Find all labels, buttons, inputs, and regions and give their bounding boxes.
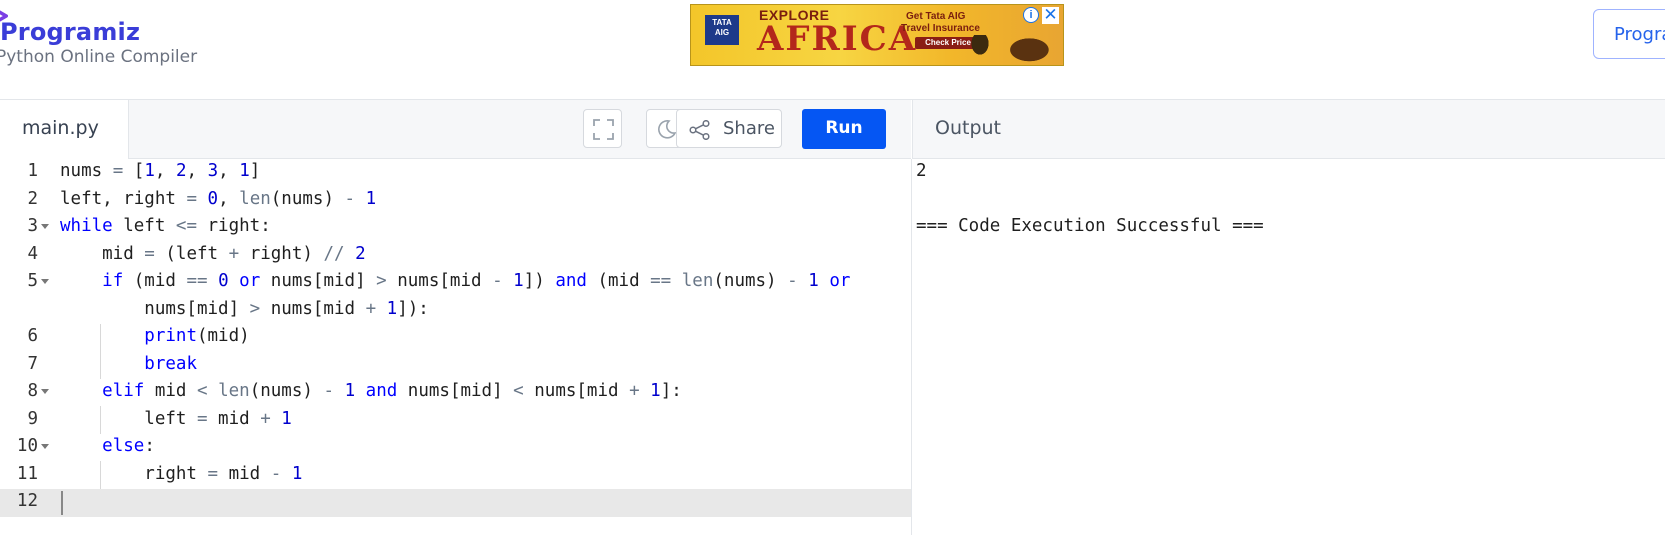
programiz-pro-button[interactable]: Progra (1593, 9, 1665, 59)
output-title: Output (935, 117, 1001, 139)
ad-lion-image (991, 27, 1055, 65)
line-number: 5 (27, 271, 38, 291)
code-line[interactable]: 7 break (0, 352, 911, 380)
line-number: 12 (16, 491, 38, 511)
editor-toolbar: main.py Share Run (0, 100, 911, 159)
fullscreen-icon (593, 119, 614, 140)
code-text: right = mid - 1 (60, 463, 303, 484)
fold-arrow-icon[interactable] (41, 279, 49, 284)
line-number: 6 (27, 326, 38, 346)
code-line[interactable]: 5 if (mid == 0 or nums[mid] > nums[mid -… (0, 269, 911, 297)
run-button[interactable]: Run (802, 109, 886, 149)
code-text: left, right = 0, len(nums) - 1 (60, 188, 377, 209)
code-text: while left <= right: (60, 216, 271, 236)
code-line[interactable]: 9 left = mid + 1 (0, 407, 911, 435)
fold-arrow-icon[interactable] (41, 224, 49, 229)
line-number: 1 (27, 161, 38, 181)
ad-africa-text: AFRICA (757, 19, 918, 59)
line-number: 2 (27, 188, 38, 209)
line-number: 11 (16, 463, 38, 484)
tab-main-py-label: main.py (22, 117, 99, 139)
fullscreen-button[interactable] (583, 109, 622, 148)
top-bar: Programiz Python Online Compiler TATA AI… (0, 0, 1665, 100)
code-line[interactable]: 11 right = mid - 1 (0, 462, 911, 490)
code-text: print(mid) (144, 326, 250, 346)
ad-info-icon[interactable]: i (1023, 7, 1039, 23)
code-text: left = mid + 1 (60, 408, 292, 429)
code-line[interactable]: 8 elif mid < len(nums) - 1 and nums[mid]… (0, 379, 911, 407)
moon-icon (658, 120, 677, 139)
logo-text: Programiz (0, 18, 141, 46)
run-label: Run (825, 118, 863, 138)
tab-main-py[interactable]: main.py (0, 100, 129, 159)
ad-close-icon[interactable]: ✕ (1042, 6, 1059, 24)
line-number: 3 (27, 216, 38, 236)
code-text: else: (102, 436, 155, 456)
output-line: === Code Execution Successful === (916, 216, 1264, 236)
ad-fine-print (759, 55, 959, 61)
page-subtitle: Python Online Compiler (0, 47, 198, 67)
ad-line-1: Get Tata AIG (906, 11, 966, 22)
output-header: Output (912, 100, 1665, 159)
line-number: 8 (27, 381, 38, 401)
code-line[interactable]: 3 while left <= right: (0, 214, 911, 242)
text-cursor (61, 491, 63, 515)
line-number: 9 (27, 408, 38, 429)
code-line[interactable]: 10 else: (0, 434, 911, 462)
code-text: nums[mid] > nums[mid + 1]): (60, 298, 429, 319)
code-text: mid = (left + right) // 2 (60, 243, 366, 264)
code-line[interactable]: 6 print(mid) (0, 324, 911, 352)
code-text: if (mid == 0 or nums[mid] > nums[mid - 1… (102, 271, 851, 291)
code-line-active[interactable]: 12 (0, 489, 911, 517)
code-text: elif mid < len(nums) - 1 and nums[mid] <… (102, 381, 682, 401)
share-label: Share (723, 118, 775, 139)
line-number: 7 (27, 353, 38, 374)
code-line[interactable]: 1 nums = [1, 2, 3, 1] (0, 159, 911, 187)
code-line[interactable]: 2 left, right = 0, len(nums) - 1 (0, 187, 911, 215)
code-editor[interactable]: 1 nums = [1, 2, 3, 1] 2 left, right = 0,… (0, 159, 911, 535)
share-icon (689, 120, 710, 140)
output-line: 2 (916, 161, 927, 181)
code-line[interactable]: 4 mid = (left + right) // 2 (0, 242, 911, 270)
ad-line-2: Travel Insurance (901, 23, 980, 34)
line-number: 4 (27, 243, 38, 264)
share-button[interactable]: Share (676, 109, 782, 148)
programiz-pro-label: Progra (1614, 24, 1665, 45)
output-panel: 2 === Code Execution Successful === (912, 159, 1665, 535)
fold-arrow-icon[interactable] (41, 444, 49, 449)
line-number: 10 (16, 436, 38, 456)
code-text: nums = [1, 2, 3, 1] (60, 161, 261, 181)
code-line-wrap[interactable]: nums[mid] > nums[mid + 1]): (0, 297, 911, 325)
ad-brand-logo: TATA AIG (705, 15, 739, 45)
fold-arrow-icon[interactable] (41, 389, 49, 394)
advertisement-banner[interactable]: TATA AIG EXPLORE AFRICA Get Tata AIG Tra… (690, 4, 1064, 66)
code-text: break (144, 353, 197, 374)
